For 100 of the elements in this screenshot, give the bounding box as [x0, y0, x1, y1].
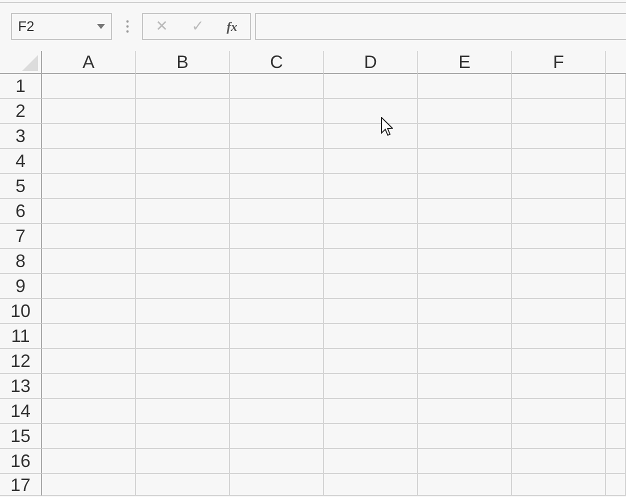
- table-cell[interactable]: [512, 149, 606, 174]
- row-header[interactable]: 5: [0, 174, 42, 199]
- table-cell[interactable]: [512, 474, 606, 496]
- table-cell[interactable]: [324, 474, 418, 496]
- table-cell[interactable]: [42, 374, 136, 399]
- table-cell[interactable]: [136, 424, 230, 449]
- table-cell[interactable]: [606, 99, 626, 124]
- column-header[interactable]: B: [136, 51, 230, 74]
- table-cell[interactable]: [324, 374, 418, 399]
- table-cell[interactable]: [136, 174, 230, 199]
- table-cell[interactable]: [606, 399, 626, 424]
- row-header[interactable]: 1: [0, 74, 42, 99]
- table-cell[interactable]: [418, 99, 512, 124]
- table-cell[interactable]: [418, 474, 512, 496]
- table-cell[interactable]: [42, 474, 136, 496]
- table-cell[interactable]: [324, 274, 418, 299]
- table-cell[interactable]: [42, 149, 136, 174]
- table-cell[interactable]: [418, 124, 512, 149]
- row-header[interactable]: 12: [0, 349, 42, 374]
- table-cell[interactable]: [42, 124, 136, 149]
- table-cell[interactable]: [230, 424, 324, 449]
- table-cell[interactable]: [230, 199, 324, 224]
- table-cell[interactable]: [324, 224, 418, 249]
- table-cell[interactable]: [418, 274, 512, 299]
- table-cell[interactable]: [418, 399, 512, 424]
- dropdown-caret-icon[interactable]: [97, 24, 105, 29]
- table-cell[interactable]: [512, 349, 606, 374]
- row-header[interactable]: 3: [0, 124, 42, 149]
- table-cell[interactable]: [230, 174, 324, 199]
- table-cell[interactable]: [418, 324, 512, 349]
- table-cell[interactable]: [42, 449, 136, 474]
- table-cell[interactable]: [606, 274, 626, 299]
- table-cell[interactable]: [230, 449, 324, 474]
- table-cell[interactable]: [512, 424, 606, 449]
- row-header[interactable]: 13: [0, 374, 42, 399]
- column-header[interactable]: F: [512, 51, 606, 74]
- insert-function-button[interactable]: fx: [223, 20, 241, 33]
- name-box[interactable]: F2: [11, 13, 112, 40]
- table-cell[interactable]: [512, 249, 606, 274]
- formula-input[interactable]: [255, 13, 626, 40]
- table-cell[interactable]: [324, 399, 418, 424]
- row-header[interactable]: 9: [0, 274, 42, 299]
- table-cell[interactable]: [418, 374, 512, 399]
- table-cell[interactable]: [418, 449, 512, 474]
- table-cell[interactable]: [606, 449, 626, 474]
- table-cell[interactable]: [512, 224, 606, 249]
- table-cell[interactable]: [230, 249, 324, 274]
- table-cell[interactable]: [606, 474, 626, 496]
- table-cell[interactable]: [606, 249, 626, 274]
- table-cell[interactable]: [230, 124, 324, 149]
- table-cell[interactable]: [324, 74, 418, 99]
- table-cell[interactable]: [606, 424, 626, 449]
- table-cell[interactable]: [230, 374, 324, 399]
- grip-icon[interactable]: [126, 20, 129, 33]
- table-cell[interactable]: [324, 199, 418, 224]
- row-header[interactable]: 2: [0, 99, 42, 124]
- table-cell[interactable]: [324, 449, 418, 474]
- table-cell[interactable]: [136, 99, 230, 124]
- table-cell[interactable]: [418, 249, 512, 274]
- table-cell[interactable]: [418, 299, 512, 324]
- row-header[interactable]: 4: [0, 149, 42, 174]
- table-cell[interactable]: [512, 374, 606, 399]
- row-header[interactable]: 8: [0, 249, 42, 274]
- table-cell[interactable]: [42, 324, 136, 349]
- table-cell[interactable]: [136, 449, 230, 474]
- row-header[interactable]: 16: [0, 449, 42, 474]
- table-cell[interactable]: [606, 374, 626, 399]
- row-header[interactable]: 15: [0, 424, 42, 449]
- table-cell[interactable]: [324, 149, 418, 174]
- table-cell[interactable]: [418, 424, 512, 449]
- row-header[interactable]: 10: [0, 299, 42, 324]
- table-cell[interactable]: [606, 224, 626, 249]
- table-cell[interactable]: [418, 174, 512, 199]
- table-cell[interactable]: [418, 199, 512, 224]
- row-header[interactable]: 17: [0, 474, 42, 496]
- table-cell[interactable]: [230, 74, 324, 99]
- row-header[interactable]: 14: [0, 399, 42, 424]
- table-cell[interactable]: [418, 149, 512, 174]
- column-header[interactable]: A: [42, 51, 136, 74]
- table-cell[interactable]: [512, 449, 606, 474]
- table-cell[interactable]: [136, 124, 230, 149]
- column-header[interactable]: D: [324, 51, 418, 74]
- table-cell[interactable]: [512, 274, 606, 299]
- table-cell[interactable]: [42, 199, 136, 224]
- table-cell[interactable]: [136, 349, 230, 374]
- table-cell[interactable]: [324, 324, 418, 349]
- table-cell[interactable]: [42, 74, 136, 99]
- table-cell[interactable]: [230, 99, 324, 124]
- select-all-triangle-icon[interactable]: [22, 55, 38, 71]
- table-cell[interactable]: [230, 349, 324, 374]
- table-cell[interactable]: [512, 174, 606, 199]
- row-header[interactable]: 11: [0, 324, 42, 349]
- table-cell[interactable]: [136, 74, 230, 99]
- row-header[interactable]: 7: [0, 224, 42, 249]
- table-cell[interactable]: [606, 324, 626, 349]
- table-cell[interactable]: [606, 299, 626, 324]
- table-cell[interactable]: [42, 249, 136, 274]
- table-cell[interactable]: [230, 399, 324, 424]
- table-cell[interactable]: [230, 324, 324, 349]
- table-cell[interactable]: [324, 349, 418, 374]
